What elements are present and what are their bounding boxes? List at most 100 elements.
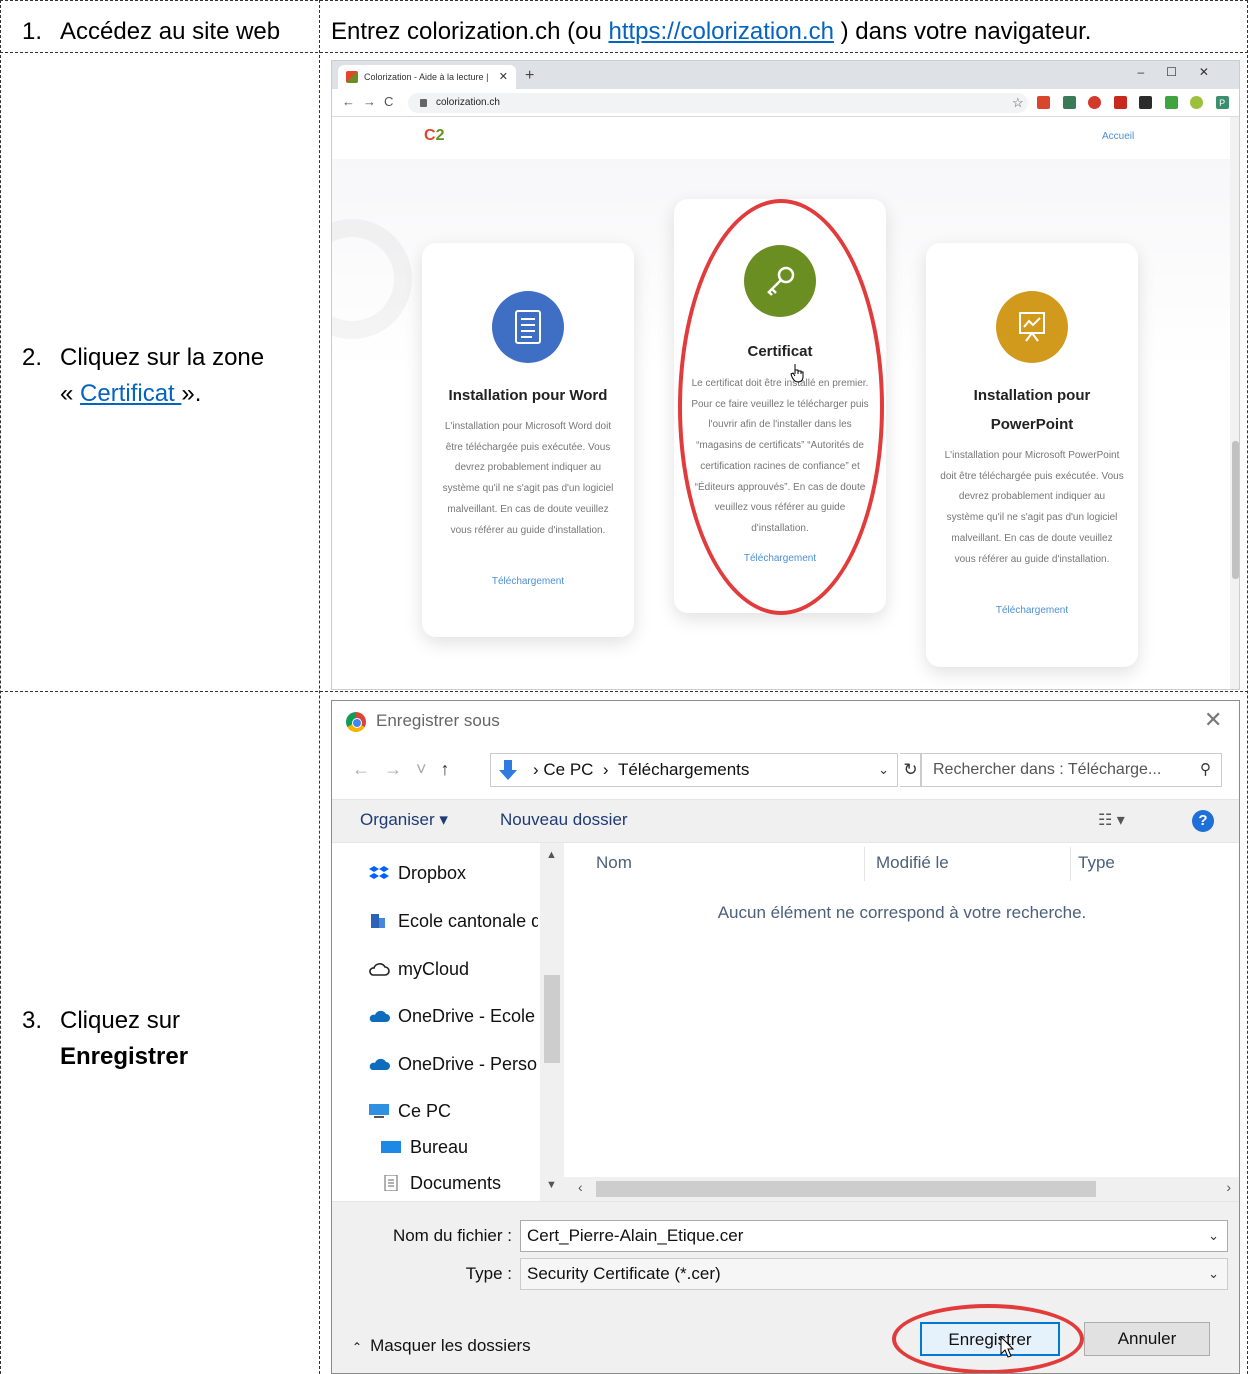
dialog-nav[interactable]: ←→˅↑ <box>352 759 464 780</box>
computer-icon <box>368 1103 390 1119</box>
column-separator <box>864 847 865 881</box>
tree-item-bureau[interactable]: Bureau <box>380 1137 550 1158</box>
window-controls[interactable]: –☐✕ <box>1138 65 1232 79</box>
filename-label: Nom du fichier : <box>392 1226 512 1245</box>
adblock-icon[interactable] <box>1088 96 1102 109</box>
tree-item-ce-pc[interactable]: Ce PC <box>368 1101 538 1122</box>
arrow-cursor-icon <box>1000 1336 1014 1358</box>
card-word[interactable]: Installation pour Word L'installation po… <box>422 243 634 637</box>
column-type[interactable]: Type <box>1078 853 1115 873</box>
card-title: Installation pour Word <box>448 387 608 404</box>
dialog-title: Enregistrer sous <box>376 711 500 730</box>
step-number: 3. <box>22 1007 43 1034</box>
breadcrumb-telechargements[interactable]: Téléchargements <box>618 760 749 779</box>
scroll-left-icon[interactable]: ‹ <box>578 1179 583 1195</box>
cancel-button[interactable]: Annuler <box>1084 1322 1210 1356</box>
favicon-icon <box>346 71 358 83</box>
scroll-down-icon[interactable]: ▼ <box>546 1179 557 1191</box>
tree-scrollbar[interactable]: ▲ ▼ <box>540 843 564 1201</box>
step-number: 2. <box>22 344 43 371</box>
colorization-logo-icon[interactable]: C2 <box>424 127 452 149</box>
scroll-right-icon[interactable]: › <box>1226 1179 1231 1195</box>
new-tab-icon[interactable]: + <box>525 65 534 87</box>
empty-message: Aucun élément ne correspond à votre rech… <box>717 903 1087 922</box>
new-folder-button[interactable]: Nouveau dossier <box>500 810 628 830</box>
extension-icon[interactable] <box>1190 96 1204 109</box>
desktop-icon <box>380 1139 402 1155</box>
site-header: C2 Accueil <box>332 117 1232 159</box>
document-icon <box>492 291 564 363</box>
column-separator <box>1070 847 1071 881</box>
pdf-icon[interactable] <box>1113 96 1127 109</box>
step-text: Accédez au site web <box>60 18 281 45</box>
scrollbar-thumb[interactable] <box>1232 441 1239 579</box>
close-icon[interactable]: ✕ <box>1204 707 1222 733</box>
download-link[interactable]: Téléchargement <box>926 605 1138 616</box>
highlight-circle <box>678 199 884 615</box>
instruction-text: ) dans votre navigateur. <box>833 18 1092 45</box>
tree-item-documents[interactable]: Documents <box>380 1173 550 1194</box>
documents-icon <box>380 1174 402 1192</box>
tree-label: Ecole cantonale d <box>398 911 538 931</box>
row-divider <box>0 52 1248 53</box>
certificat-link[interactable]: Certificat <box>80 380 181 407</box>
browser-tab[interactable]: Colorization - Aide à la lecture | ✕ <box>338 65 516 89</box>
view-options-icon[interactable]: ☷ ▾ <box>1098 810 1125 830</box>
profile-avatar[interactable]: P <box>1215 96 1229 109</box>
card-description: L'installation pour Microsoft Word doit … <box>442 421 614 536</box>
bookmark-star-icon[interactable]: ☆ <box>1012 96 1025 109</box>
help-icon[interactable]: ? <box>1192 810 1214 832</box>
chevron-down-icon[interactable]: ⌄ <box>1208 1221 1219 1251</box>
save-dialog: Enregistrer sous ✕ ←→˅↑ › Ce PC › Téléch… <box>331 700 1240 1374</box>
page-scrollbar[interactable] <box>1230 117 1239 689</box>
path-bar[interactable]: › Ce PC › Téléchargements ⌄ <box>490 753 898 787</box>
step-text: Cliquez sur <box>60 1007 181 1034</box>
extension-icon[interactable] <box>1037 96 1051 109</box>
extension-icon[interactable] <box>1139 96 1153 109</box>
tree-item-mycloud[interactable]: myCloud <box>368 959 538 980</box>
row-divider <box>0 691 1248 692</box>
search-icon: ⚲ <box>1200 761 1211 778</box>
filename-field[interactable]: Cert_Pierre-Alain_Etique.cer ⌄ <box>520 1220 1228 1252</box>
accueil-link[interactable]: Accueil <box>1102 131 1134 142</box>
folder-tree: Dropbox Ecole cantonale d myCloud OneDri… <box>332 843 564 1201</box>
column-nom[interactable]: Nom <box>596 853 632 873</box>
tree-label: myCloud <box>398 959 470 979</box>
scroll-up-icon[interactable]: ▲ <box>546 849 557 861</box>
close-tab-icon[interactable]: ✕ <box>499 65 508 89</box>
colorization-link[interactable]: https://colorization.ch <box>608 18 833 45</box>
scrollbar-thumb[interactable] <box>544 975 560 1063</box>
cloud-outline-icon <box>368 961 390 977</box>
tree-item-onedrive-perso[interactable]: OneDrive - Persor <box>368 1054 538 1075</box>
column-modifie[interactable]: Modifié le <box>876 853 949 873</box>
chevron-down-icon[interactable]: ⌄ <box>1208 1259 1219 1289</box>
check-icon[interactable] <box>1164 96 1178 109</box>
chevron-up-icon: ⌃ <box>352 1340 363 1354</box>
type-select[interactable]: Security Certificate (*.cer) ⌄ <box>520 1258 1228 1290</box>
organize-button[interactable]: Organiser ▾ <box>360 810 448 830</box>
search-input[interactable]: Rechercher dans : Télécharge... ⚲ <box>920 753 1222 787</box>
extension-icon[interactable] <box>1062 96 1076 109</box>
tree-item-onedrive-ecole[interactable]: OneDrive - Ecole c <box>368 1006 538 1027</box>
card-powerpoint[interactable]: Installation pour PowerPoint L'installat… <box>926 243 1138 667</box>
chevron-down-icon[interactable]: ⌄ <box>878 754 889 786</box>
card-description: L'installation pour Microsoft PowerPoint… <box>940 450 1124 565</box>
hide-folders-label: Masquer les dossiers <box>370 1336 531 1355</box>
scrollbar-thumb[interactable] <box>596 1181 1096 1197</box>
download-arrow-icon <box>499 760 517 780</box>
url-text: colorization.ch <box>436 97 500 108</box>
hide-folders-button[interactable]: ⌃ Masquer les dossiers <box>352 1336 531 1356</box>
step-text: Cliquez sur la zone <box>60 344 265 371</box>
download-link[interactable]: Téléchargement <box>422 576 634 587</box>
tree-item-dropbox[interactable]: Dropbox <box>368 863 538 884</box>
type-label: Type : <box>465 1264 512 1283</box>
nav-icons[interactable]: ←→C <box>342 94 401 109</box>
breadcrumb-ce-pc[interactable]: Ce PC <box>543 760 593 779</box>
tab-title: Colorization - Aide à la lecture | <box>364 72 489 82</box>
dialog-footer: Nom du fichier : Cert_Pierre-Alain_Etiqu… <box>332 1201 1239 1373</box>
onedrive-icon <box>368 1008 390 1024</box>
files-scrollbar[interactable]: ‹ › <box>564 1177 1239 1201</box>
refresh-icon[interactable]: ↻ <box>900 753 922 787</box>
url-field[interactable]: colorization.ch <box>408 93 1028 113</box>
tree-item-ecole[interactable]: Ecole cantonale d <box>368 911 538 932</box>
